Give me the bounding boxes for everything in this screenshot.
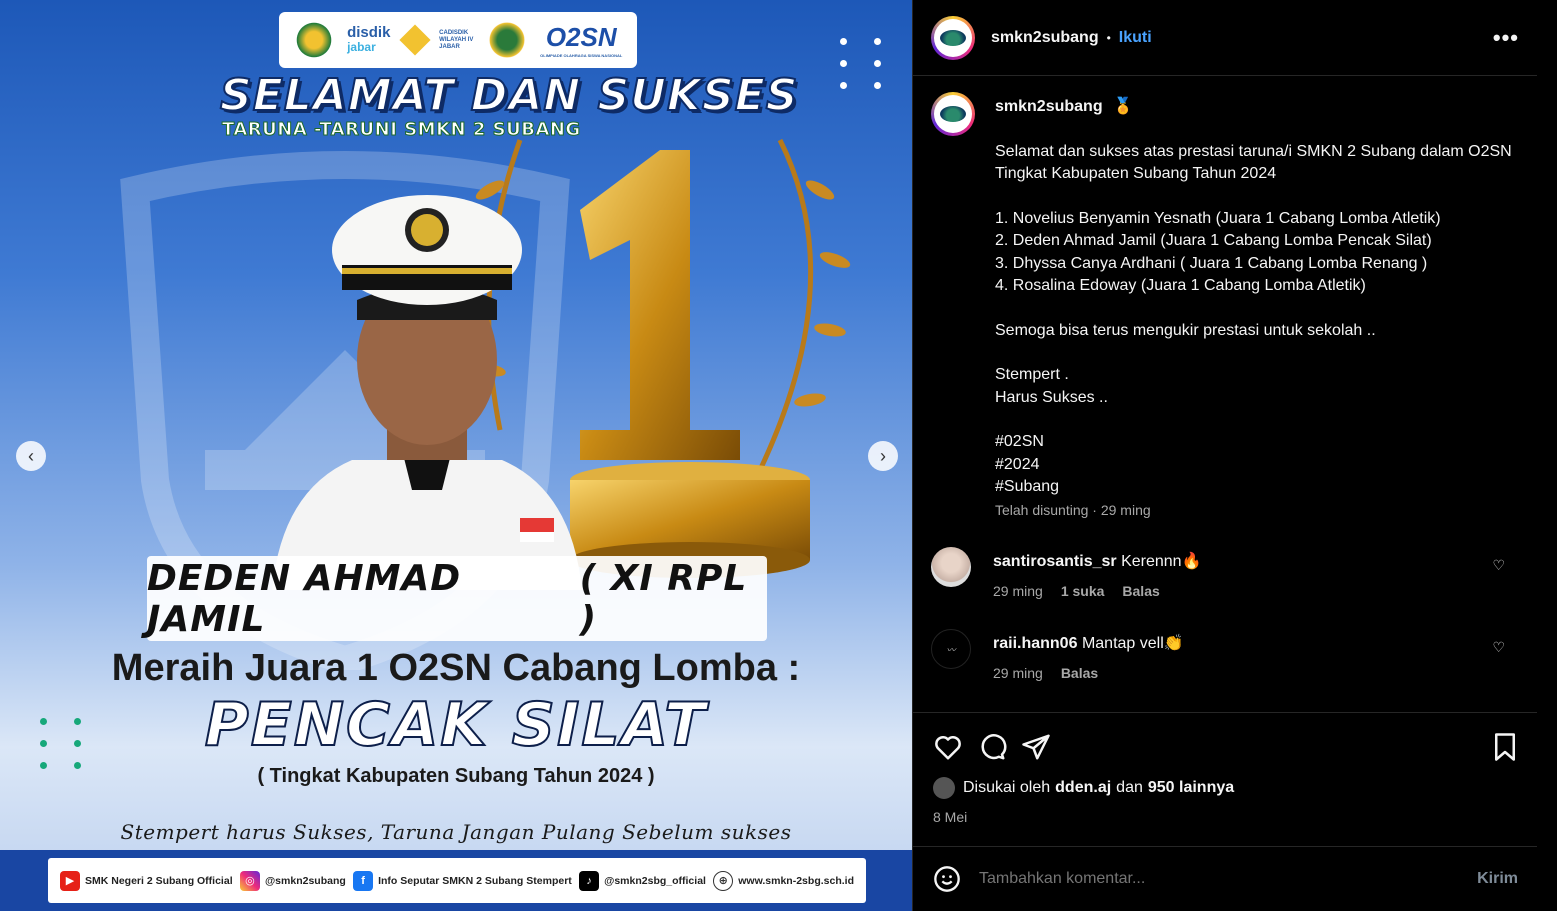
page-scrollbar[interactable]	[1537, 0, 1557, 911]
comment-time: 29 ming	[993, 665, 1043, 681]
disdik-logo-text: disdik	[347, 24, 391, 41]
liker-username[interactable]: dden.aj	[1055, 779, 1111, 797]
caption-author-avatar[interactable]	[931, 92, 975, 136]
student-class: ( XI RPL )	[579, 557, 748, 640]
decorative-dots-top	[840, 38, 888, 89]
caption-username[interactable]: smkn2subang	[995, 98, 1103, 115]
post-caption: smkn2subang 🏅 Selamat dan sukses atas pr…	[913, 76, 1537, 521]
likes-summary: Disukai oleh dden.aj dan 950 lainnya	[933, 777, 1520, 799]
comment-icon[interactable]	[977, 732, 1007, 762]
student-name: DEDEN AHMAD JAMIL	[147, 557, 462, 640]
student-photo	[272, 195, 582, 590]
likes-prefix: Disukai oleh	[963, 779, 1051, 796]
winner-line: 1. Novelius Benyamin Yesnath (Juara 1 Ca…	[995, 209, 1441, 227]
winner-line: 3. Dhyssa Canya Ardhani ( Juara 1 Cabang…	[995, 254, 1428, 272]
post-header: smkn2subang • Ikuti •••	[913, 0, 1537, 76]
social-links-bar: ▶ SMK Negeri 2 Subang Official ◎ @smkn2s…	[48, 858, 866, 903]
previous-slide-button[interactable]: ‹	[16, 441, 46, 471]
cadisdik-line2: WILAYAH IV	[439, 36, 474, 43]
carousel-dot	[443, 885, 449, 891]
post-media[interactable]: disdik jabar CADISDIK WILAYAH IV JABAR O…	[0, 0, 912, 911]
carousel-dot	[463, 885, 469, 891]
hashtag-link[interactable]: #02SN	[995, 431, 1519, 454]
chevron-left-icon: ‹	[28, 445, 34, 466]
school-logo-icon	[934, 18, 972, 57]
caption-stempert: Stempert .	[995, 366, 1069, 383]
post-sidebar: smkn2subang • Ikuti ••• smkn2subang 🏅 Se…	[912, 0, 1538, 911]
separator-dot: •	[1106, 30, 1111, 45]
comment-likes[interactable]: 1 suka	[1061, 583, 1105, 599]
chevron-right-icon: ›	[880, 445, 886, 466]
post-comment-button[interactable]: Kirim	[1477, 870, 1518, 888]
share-icon[interactable]	[1021, 732, 1051, 762]
bookmark-icon[interactable]	[1490, 732, 1520, 762]
commenter-avatar[interactable]	[931, 547, 971, 587]
heart-icon[interactable]	[933, 732, 963, 762]
sport-name: PENCAK SILAT	[204, 689, 708, 761]
follow-button[interactable]: Ikuti	[1119, 29, 1152, 47]
author-username[interactable]: smkn2subang	[991, 29, 1099, 47]
student-name-box: DEDEN AHMAD JAMIL ( XI RPL )	[147, 556, 767, 641]
medal-emoji: 🏅	[1113, 98, 1133, 115]
commenter-avatar[interactable]: 〰	[931, 629, 971, 669]
o2sn-logo-subtext: OLIMPIADE OLAHRAGA SISWA NASIONAL	[540, 53, 623, 58]
disdik-diamond-icon	[399, 24, 431, 56]
edited-timestamp: Telah disunting · 29 ming	[995, 501, 1151, 518]
disdik-logo: disdik jabar	[347, 24, 391, 54]
comment-like-heart-icon[interactable]: ♡	[1492, 557, 1505, 574]
carousel-dot-active	[453, 885, 459, 891]
commenter-username[interactable]: raii.hann06	[993, 635, 1077, 652]
comment-time: 29 ming	[993, 583, 1043, 599]
comment-like-heart-icon[interactable]: ♡	[1492, 639, 1505, 656]
liker-avatar[interactable]	[933, 777, 955, 799]
cadisdik-line3: JABAR	[439, 43, 460, 50]
west-java-emblem-icon	[293, 20, 334, 60]
more-options-icon[interactable]: •••	[1493, 25, 1519, 51]
school-motto: Stempert harus Sukses, Taruna Jangan Pul…	[120, 820, 792, 844]
comment-text: Mantap vell👏	[1081, 635, 1184, 652]
likes-middle: dan	[1116, 779, 1143, 796]
achievement-text: Meraih Juara 1 O2SN Cabang Lomba :	[111, 647, 801, 689]
reply-button[interactable]: Balas	[1122, 583, 1159, 599]
carousel-indicator	[0, 885, 912, 891]
reply-button[interactable]: Balas	[1061, 665, 1098, 681]
emoji-icon[interactable]	[933, 865, 961, 893]
hashtag-link[interactable]: #Subang	[995, 476, 1519, 499]
headline: SELAMAT DAN SUKSES	[219, 69, 799, 122]
cadisdik-line1: CADISDIK	[439, 29, 469, 36]
post-actions: Disukai oleh dden.aj dan 950 lainnya 8 M…	[913, 712, 1538, 825]
comment-input[interactable]	[979, 870, 1478, 888]
school-logo-icon	[934, 95, 972, 133]
winner-line: 2. Deden Ahmad Jamil (Juara 1 Cabang Lom…	[995, 232, 1432, 249]
next-slide-button[interactable]: ›	[868, 441, 898, 471]
add-comment-bar: Kirim	[913, 846, 1538, 911]
competition-level: ( Tingkat Kabupaten Subang Tahun 2024 )	[257, 765, 655, 787]
winner-line: 4. Rosalina Edoway (Juara 1 Cabang Lomba…	[995, 277, 1366, 294]
comment-text: Kerennn🔥	[1121, 553, 1202, 570]
comment-item: santirosantis_sr Kerennn🔥 29 ming 1 suka…	[913, 547, 1537, 599]
post-date: 8 Mei	[933, 809, 968, 825]
o2sn-logo-text: O2SN	[545, 22, 617, 52]
jabar-logo-text: jabar	[347, 40, 376, 54]
likes-count[interactable]: 950 lainnya	[1148, 779, 1234, 797]
hashtag-link[interactable]: #2024	[995, 454, 1519, 477]
sponsor-logos: disdik jabar CADISDIK WILAYAH IV JABAR O…	[279, 12, 637, 68]
subang-regency-emblem-icon	[486, 20, 527, 60]
caption-closing: Semoga bisa terus mengukir prestasi untu…	[995, 321, 1376, 339]
cadisdik-logo: CADISDIK WILAYAH IV JABAR	[439, 30, 473, 51]
comment-item: 〰 raii.hann06 Mantap vell👏 29 ming Balas…	[913, 629, 1537, 681]
author-avatar[interactable]	[931, 15, 975, 60]
caption-intro: Selamat dan sukses atas prestasi taruna/…	[995, 142, 1512, 183]
caption-harus-sukses: Harus Sukses ..	[995, 388, 1108, 406]
o2sn-logo: O2SN OLIMPIADE OLAHRAGA SISWA NASIONAL	[540, 22, 622, 58]
commenter-username[interactable]: santirosantis_sr	[993, 553, 1117, 570]
